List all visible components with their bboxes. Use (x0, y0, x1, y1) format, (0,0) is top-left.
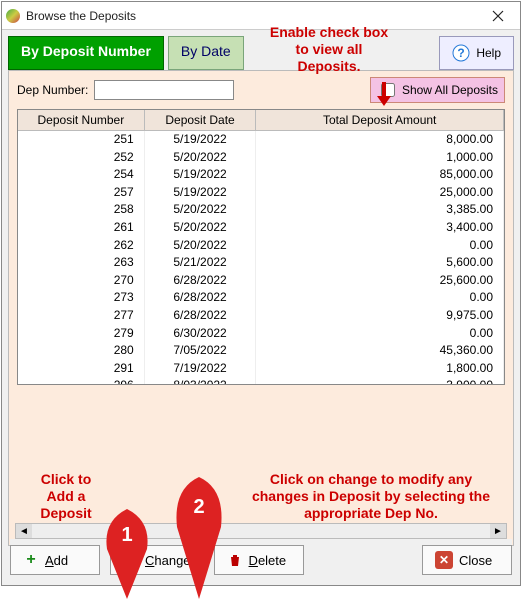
tab-by-deposit-number[interactable]: By Deposit Number (8, 36, 164, 70)
cell-deposit-number: 277 (18, 307, 144, 325)
window-close-button[interactable] (480, 4, 516, 28)
cell-deposit-number: 262 (18, 237, 144, 255)
cell-deposit-date: 5/20/2022 (144, 149, 256, 167)
scroll-right-arrow[interactable]: ► (490, 524, 506, 538)
cell-deposit-date: 7/05/2022 (144, 342, 256, 360)
table-row[interactable]: 2585/20/20223,385.00 (18, 201, 504, 219)
cell-amount: 85,000.00 (256, 166, 504, 184)
close-label: Close (459, 553, 492, 568)
titlebar: Browse the Deposits (2, 2, 520, 30)
cell-deposit-number: 254 (18, 166, 144, 184)
cell-deposit-date: 5/19/2022 (144, 131, 256, 149)
cell-amount: 0.00 (256, 289, 504, 307)
close-x-icon: ✕ (435, 551, 453, 569)
cell-amount: 45,360.00 (256, 342, 504, 360)
col-deposit-number[interactable]: Deposit Number (18, 110, 144, 131)
close-button[interactable]: ✕ Close (422, 545, 512, 575)
callout-change: Click on change to modify any changes in… (251, 471, 491, 521)
table-row[interactable]: 2736/28/20220.00 (18, 289, 504, 307)
table-row[interactable]: 2776/28/20229,975.00 (18, 307, 504, 325)
deposits-grid[interactable]: Deposit Number Deposit Date Total Deposi… (17, 109, 505, 385)
cell-deposit-date: 5/19/2022 (144, 166, 256, 184)
cell-deposit-date: 6/28/2022 (144, 272, 256, 290)
cell-deposit-date: 7/19/2022 (144, 360, 256, 378)
cell-deposit-date: 6/28/2022 (144, 307, 256, 325)
cell-deposit-date: 5/20/2022 (144, 201, 256, 219)
help-icon: ? (452, 44, 470, 62)
change-label: Change (145, 553, 191, 568)
cell-deposit-date: 8/03/2022 (144, 377, 256, 385)
plus-icon: + (23, 552, 39, 568)
app-icon (6, 9, 20, 23)
trash-icon (227, 552, 243, 568)
cell-deposit-number: 261 (18, 219, 144, 237)
col-deposit-date[interactable]: Deposit Date (144, 110, 256, 131)
cell-deposit-number: 252 (18, 149, 144, 167)
callout-add: Click to Add a Deposit (31, 471, 101, 521)
cell-deposit-number: 280 (18, 342, 144, 360)
cell-deposit-number: 251 (18, 131, 144, 149)
cell-deposit-date: 5/20/2022 (144, 219, 256, 237)
table-row[interactable]: 2525/20/20221,000.00 (18, 149, 504, 167)
delete-label: Delete (249, 553, 287, 568)
svg-text:?: ? (458, 46, 465, 60)
table-row[interactable]: 2545/19/202285,000.00 (18, 166, 504, 184)
cell-amount: 0.00 (256, 325, 504, 343)
cell-deposit-number: 279 (18, 325, 144, 343)
help-button[interactable]: ? Help (439, 36, 514, 70)
cell-deposit-number: 258 (18, 201, 144, 219)
delete-button[interactable]: Delete (214, 545, 304, 575)
cell-deposit-number: 291 (18, 360, 144, 378)
cell-deposit-number: 273 (18, 289, 144, 307)
table-row[interactable]: 2917/19/20221,800.00 (18, 360, 504, 378)
cell-amount: 1,000.00 (256, 149, 504, 167)
cell-deposit-number: 257 (18, 184, 144, 202)
cell-deposit-date: 5/20/2022 (144, 237, 256, 255)
table-row[interactable]: 2706/28/202225,600.00 (18, 272, 504, 290)
cell-amount: 25,600.00 (256, 272, 504, 290)
table-row[interactable]: 2796/30/20220.00 (18, 325, 504, 343)
horizontal-scrollbar[interactable]: ◄ ► (15, 523, 507, 539)
table-row[interactable]: 2515/19/20228,000.00 (18, 131, 504, 149)
table-row[interactable]: 2635/21/20225,600.00 (18, 254, 504, 272)
help-label: Help (476, 46, 501, 60)
cell-deposit-date: 5/21/2022 (144, 254, 256, 272)
dep-number-input[interactable] (94, 80, 234, 100)
close-icon (492, 10, 504, 22)
tab-by-date[interactable]: By Date (168, 36, 244, 70)
cell-amount: 3,400.00 (256, 219, 504, 237)
table-row[interactable]: 2968/03/20223,900.00 (18, 377, 504, 385)
show-all-deposits-toggle[interactable]: Show All Deposits (370, 77, 505, 103)
table-row[interactable]: 2615/20/20223,400.00 (18, 219, 504, 237)
table-row[interactable]: 2625/20/20220.00 (18, 237, 504, 255)
cell-deposit-date: 6/28/2022 (144, 289, 256, 307)
table-row[interactable]: 2807/05/202245,360.00 (18, 342, 504, 360)
show-all-checkbox[interactable] (381, 83, 395, 97)
cell-deposit-number: 296 (18, 377, 144, 385)
window-title: Browse the Deposits (26, 9, 480, 23)
dep-number-label: Dep Number: (17, 83, 88, 97)
cell-deposit-number: 263 (18, 254, 144, 272)
show-all-label: Show All Deposits (402, 83, 498, 97)
change-button[interactable]: Change (110, 545, 204, 575)
cell-deposit-date: 5/19/2022 (144, 184, 256, 202)
cell-amount: 8,000.00 (256, 131, 504, 149)
cell-amount: 0.00 (256, 237, 504, 255)
cell-amount: 3,385.00 (256, 201, 504, 219)
pencil-icon (123, 552, 139, 568)
cell-amount: 5,600.00 (256, 254, 504, 272)
add-label: Add (45, 553, 68, 568)
table-row[interactable]: 2575/19/202225,000.00 (18, 184, 504, 202)
add-button[interactable]: + Add (10, 545, 100, 575)
scroll-left-arrow[interactable]: ◄ (16, 524, 32, 538)
cell-deposit-number: 270 (18, 272, 144, 290)
cell-deposit-date: 6/30/2022 (144, 325, 256, 343)
svg-text:2: 2 (193, 496, 204, 518)
cell-amount: 25,000.00 (256, 184, 504, 202)
cell-amount: 3,900.00 (256, 377, 504, 385)
col-total-amount[interactable]: Total Deposit Amount (256, 110, 504, 131)
cell-amount: 9,975.00 (256, 307, 504, 325)
cell-amount: 1,800.00 (256, 360, 504, 378)
